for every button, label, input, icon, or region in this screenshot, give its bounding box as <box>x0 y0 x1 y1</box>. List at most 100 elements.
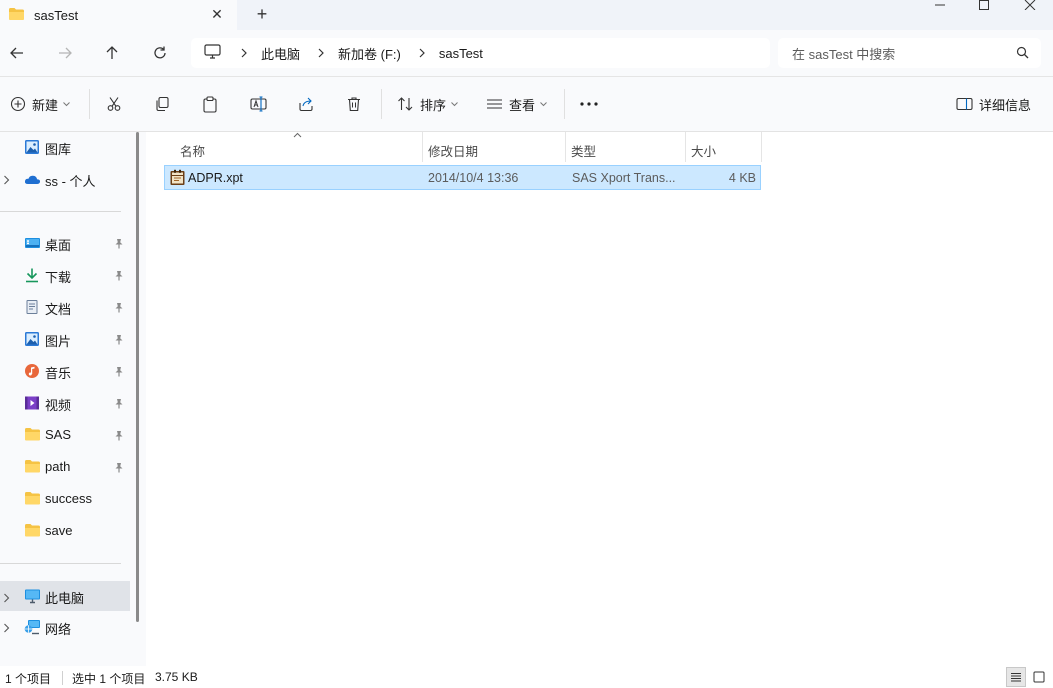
table-row[interactable]: ADPR.xpt 2014/10/4 13:36 SAS Xport Trans… <box>164 165 761 190</box>
pictures-icon <box>24 331 40 350</box>
rename-button[interactable] <box>250 93 267 115</box>
selection-count: 选中 1 个项目 <box>72 672 146 686</box>
copy-button[interactable] <box>154 93 170 115</box>
file-list: 名称 修改日期 类型 大小 ADPR.xpt 2014/10/4 13:36 S… <box>147 132 1053 666</box>
tab-sastest[interactable]: sasTest ✕ <box>0 0 237 30</box>
command-bar: 新建 排序 查看 详细信息 <box>0 77 1053 132</box>
search-icon[interactable] <box>1016 46 1029 62</box>
sidebar-item-label: 图库 <box>45 142 72 157</box>
details-pane-icon <box>956 97 973 111</box>
sidebar-item-network[interactable]: 网络 <box>0 613 130 641</box>
column-header-type[interactable]: 类型 <box>571 138 596 162</box>
pin-icon[interactable] <box>114 301 124 316</box>
view-button[interactable]: 查看 <box>486 93 547 115</box>
sidebar-item-path[interactable]: path <box>0 453 130 481</box>
details-view-button[interactable] <box>1006 667 1026 687</box>
sidebar-item-save[interactable]: save <box>0 517 130 545</box>
share-icon <box>299 97 313 112</box>
plus-circle-icon <box>10 96 26 112</box>
refresh-icon <box>154 46 166 59</box>
new-tab-button[interactable]: + <box>252 4 272 24</box>
sidebar-item-downloads[interactable]: 下载 <box>0 261 130 289</box>
chevron-right-icon[interactable] <box>415 46 429 61</box>
chevron-down-icon <box>63 101 70 106</box>
column-header-modified[interactable]: 修改日期 <box>428 138 478 162</box>
breadcrumb-drive-f[interactable]: 新加卷 (F:) <box>338 44 401 63</box>
sort-label: 排序 <box>420 97 447 113</box>
search-placeholder[interactable]: 在 sasTest 中搜索 <box>792 44 895 63</box>
breadcrumb-sastest[interactable]: sasTest <box>439 46 483 61</box>
pin-icon[interactable] <box>114 365 124 380</box>
sidebar-item-desktop[interactable]: 桌面 <box>0 229 130 257</box>
search-box[interactable]: 在 sasTest 中搜索 <box>778 38 1041 68</box>
pin-icon[interactable] <box>114 429 124 444</box>
sidebar-item-gallery[interactable]: 图库 <box>0 133 130 161</box>
pin-icon[interactable] <box>114 333 124 348</box>
sidebar-item-pictures[interactable]: 图片 <box>0 325 130 353</box>
sidebar-item-sas[interactable]: SAS <box>0 421 130 449</box>
sidebar-item-label: 下载 <box>45 270 72 285</box>
close-window-button[interactable] <box>1007 0 1053 14</box>
back-button[interactable] <box>6 42 28 64</box>
selection-size: 3.75 KB <box>155 670 198 684</box>
folder-icon <box>24 491 41 509</box>
up-button[interactable] <box>101 42 123 64</box>
column-header-name[interactable]: 名称 <box>180 138 205 162</box>
tiles-view-button[interactable] <box>1029 667 1049 687</box>
share-button[interactable] <box>298 93 314 115</box>
sidebar-item-this-pc[interactable]: 此电脑 <box>0 581 130 611</box>
pin-icon[interactable] <box>114 397 124 412</box>
onedrive-icon <box>24 171 41 190</box>
monitor-icon[interactable] <box>204 44 221 62</box>
more-options-button[interactable] <box>580 93 598 115</box>
breadcrumb-this-pc[interactable]: 此电脑 <box>261 44 300 63</box>
gallery-icon <box>24 139 40 158</box>
copy-icon <box>156 96 169 112</box>
new-button[interactable]: 新建 <box>10 93 70 115</box>
trash-icon <box>348 97 360 112</box>
pin-icon[interactable] <box>114 461 124 476</box>
sidebar-item-label: save <box>45 523 73 538</box>
sidebar-item-label: 桌面 <box>45 238 72 253</box>
sidebar-item-music[interactable]: 音乐 <box>0 357 130 385</box>
view-label: 查看 <box>509 97 536 113</box>
chevron-right-icon[interactable] <box>314 46 328 61</box>
sidebar-item-documents[interactable]: 文档 <box>0 293 130 321</box>
sort-button[interactable]: 排序 <box>397 93 458 115</box>
pin-icon[interactable] <box>114 237 124 252</box>
forward-button[interactable] <box>54 42 76 64</box>
chevron-right-icon[interactable] <box>3 621 10 636</box>
chevron-right-icon[interactable] <box>237 46 251 61</box>
cut-button[interactable] <box>106 93 122 115</box>
file-name[interactable]: ADPR.xpt <box>188 171 243 185</box>
chevron-right-icon[interactable] <box>3 591 10 606</box>
chevron-down-icon <box>540 101 547 106</box>
chevron-down-icon <box>451 101 458 106</box>
sidebar-item-videos[interactable]: 视频 <box>0 389 130 417</box>
arrow-left-icon <box>10 47 23 59</box>
minimize-button[interactable] <box>917 0 963 14</box>
sidebar-item-success[interactable]: success <box>0 485 130 513</box>
tiles-view-icon <box>1033 671 1045 683</box>
file-modified: 2014/10/4 13:36 <box>428 171 519 185</box>
item-count: 1 个项目 <box>5 672 52 686</box>
details-pane-button[interactable]: 详细信息 <box>956 93 1031 115</box>
refresh-button[interactable] <box>149 42 171 64</box>
rename-icon <box>250 96 267 112</box>
close-tab-icon[interactable]: ✕ <box>209 6 225 23</box>
column-header-size[interactable]: 大小 <box>691 138 716 162</box>
address-bar[interactable]: 此电脑 新加卷 (F:) sasTest <box>191 38 770 68</box>
new-label: 新建 <box>32 97 59 113</box>
maximize-button[interactable] <box>961 0 1007 14</box>
sidebar-scrollbar[interactable] <box>136 132 139 622</box>
file-size: 4 KB <box>728 171 756 185</box>
sidebar-item-onedrive[interactable]: ss - 个人 <box>0 165 130 193</box>
sidebar-item-label: 音乐 <box>45 366 72 381</box>
paste-button[interactable] <box>202 93 218 115</box>
delete-button[interactable] <box>346 93 362 115</box>
sort-icon <box>398 97 413 111</box>
chevron-right-icon[interactable] <box>3 173 10 188</box>
pin-icon[interactable] <box>114 269 124 284</box>
sort-ascending-icon <box>293 132 302 138</box>
arrow-right-icon <box>59 47 72 59</box>
